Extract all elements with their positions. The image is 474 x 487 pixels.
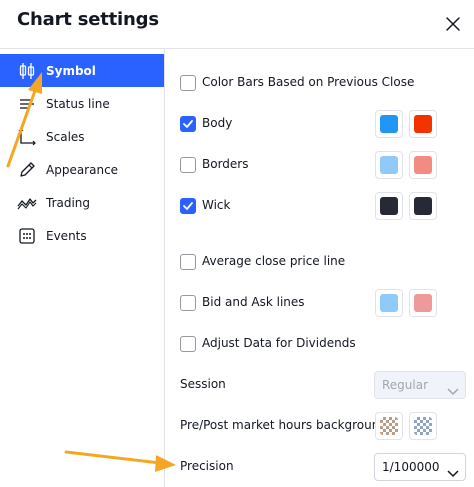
session-select[interactable]: Regular (374, 371, 466, 399)
post-market-color-button[interactable] (409, 412, 437, 440)
close-icon[interactable] (443, 14, 463, 34)
dialog-title: Chart settings (17, 9, 159, 30)
sidebar-item-status-line[interactable]: Status line (0, 87, 164, 120)
color-bars-label: Color Bars Based on Previous Close (202, 75, 415, 89)
precision-value: 1/100000 (382, 460, 440, 474)
dividends-label: Adjust Data for Dividends (202, 336, 356, 350)
bid-ask-label: Bid and Ask lines (202, 295, 305, 309)
precision-label: Precision (180, 459, 234, 473)
sidebar-item-trading[interactable]: Trading (0, 186, 164, 219)
borders-label: Borders (202, 157, 249, 171)
precision-select[interactable]: 1/100000 (374, 453, 466, 481)
pre-post-label: Pre/Post market hours background (180, 418, 387, 432)
color-swatch (414, 156, 432, 174)
color-swatch (414, 115, 432, 133)
body-label: Body (202, 116, 233, 130)
wick-checkbox[interactable] (180, 198, 196, 214)
sidebar-item-label: Trading (46, 195, 91, 210)
sidebar-item-label: Events (46, 228, 87, 243)
wick-down-color-button[interactable] (409, 192, 437, 220)
pencil-icon (17, 160, 37, 180)
avg-close-checkbox[interactable] (180, 254, 196, 270)
sidebar-item-label: Symbol (46, 63, 96, 78)
sidebar-item-events[interactable]: Events (0, 219, 164, 252)
scales-icon (17, 127, 37, 147)
color-swatch (380, 197, 398, 215)
session-value: Regular (382, 378, 429, 392)
session-label: Session (180, 377, 226, 391)
status-line-icon (17, 94, 37, 114)
body-down-color-button[interactable] (409, 110, 437, 138)
borders-checkbox[interactable] (180, 157, 196, 173)
ask-color-button[interactable] (409, 289, 437, 317)
bid-color-button[interactable] (375, 289, 403, 317)
borders-up-color-button[interactable] (375, 151, 403, 179)
transparent-swatch (414, 417, 432, 435)
wick-up-color-button[interactable] (375, 192, 403, 220)
chevron-down-icon (447, 463, 459, 478)
body-up-color-button[interactable] (375, 110, 403, 138)
color-bars-checkbox[interactable] (180, 75, 196, 91)
dialog-header: Chart settings (0, 0, 474, 48)
sidebar-divider (164, 49, 165, 487)
transparent-swatch (380, 417, 398, 435)
chevron-down-icon (447, 381, 459, 396)
dividends-checkbox[interactable] (180, 336, 196, 352)
sidebar-item-scales[interactable]: Scales (0, 120, 164, 153)
header-divider (0, 48, 474, 49)
wick-label: Wick (202, 198, 231, 212)
color-swatch (380, 115, 398, 133)
sidebar-item-label: Scales (46, 129, 85, 144)
color-swatch (414, 294, 432, 312)
body-checkbox[interactable] (180, 116, 196, 132)
avg-close-label: Average close price line (202, 254, 346, 268)
sidebar-item-appearance[interactable]: Appearance (0, 153, 164, 186)
sidebar-item-label: Status line (46, 96, 110, 111)
calendar-icon (17, 226, 37, 246)
annotation-arrow-precision (64, 450, 176, 472)
sidebar-item-label: Appearance (46, 162, 119, 177)
color-swatch (380, 156, 398, 174)
trading-icon (17, 193, 37, 213)
sidebar-item-symbol[interactable]: Symbol (0, 54, 164, 87)
bid-ask-checkbox[interactable] (180, 295, 196, 311)
color-swatch (414, 197, 432, 215)
color-swatch (380, 294, 398, 312)
borders-down-color-button[interactable] (409, 151, 437, 179)
candlestick-icon (17, 61, 37, 81)
pre-market-color-button[interactable] (375, 412, 403, 440)
